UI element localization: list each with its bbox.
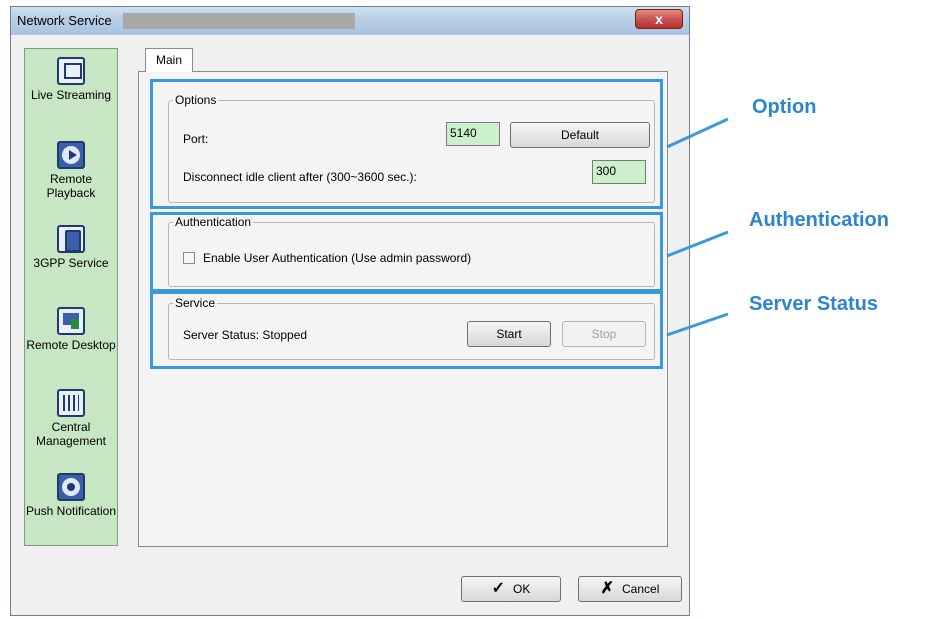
server-status-callout-line: [666, 312, 729, 337]
option-callout-line: [666, 117, 729, 149]
authentication-callout: Authentication: [749, 209, 889, 231]
authentication-callout-line: [666, 230, 729, 258]
option-callout: Option: [752, 96, 817, 118]
server-status-callout: Server Status: [749, 293, 878, 315]
tab-main[interactable]: Main: [145, 48, 193, 72]
